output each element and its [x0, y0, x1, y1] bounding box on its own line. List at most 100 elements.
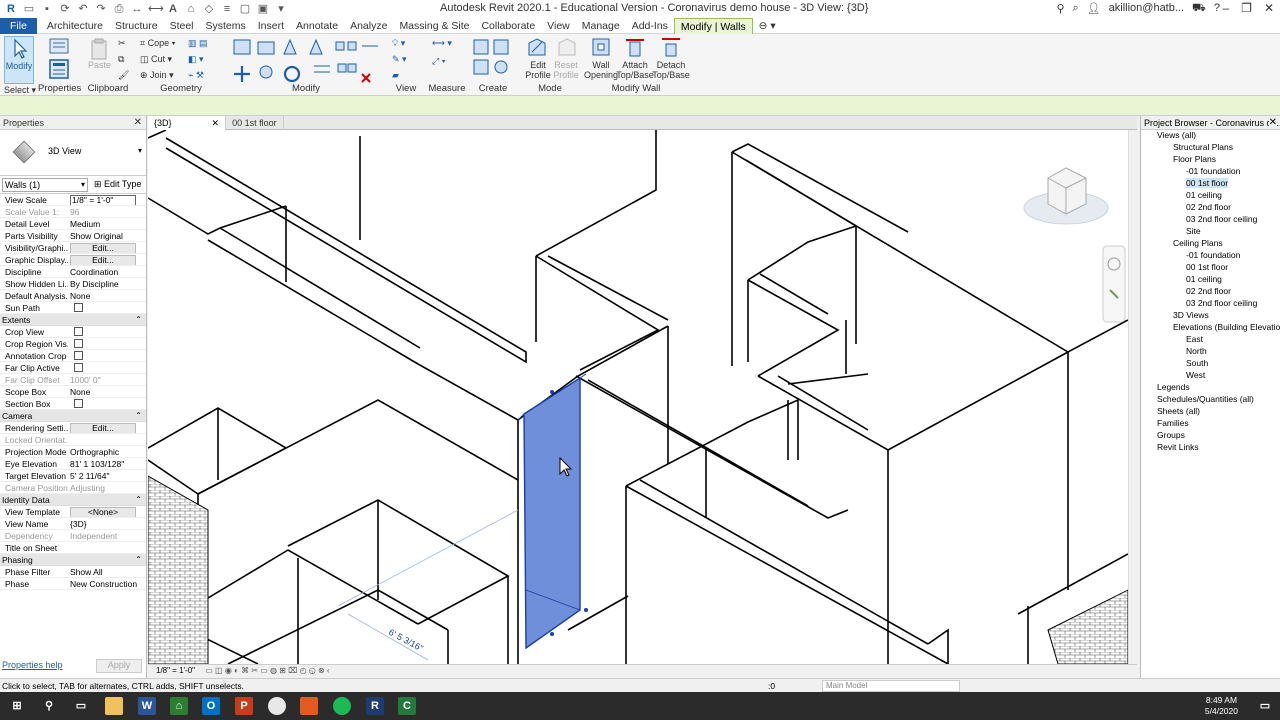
office-icon[interactable] — [300, 697, 318, 715]
browser-item[interactable]: Groups — [1157, 430, 1185, 440]
taskbar-clock[interactable]: 8:49 AM 5/4/2020 — [1205, 695, 1238, 717]
browser-item[interactable]: 3D Views — [1173, 310, 1209, 320]
browser-item[interactable]: 01 ceiling — [1186, 190, 1222, 200]
property-checkbox[interactable] — [74, 351, 83, 360]
open-icon[interactable]: ▭ — [22, 2, 36, 16]
3d-view-canvas[interactable]: 6' 5 3/16" — [148, 130, 1128, 664]
tab-insert[interactable]: Insert — [252, 18, 290, 34]
measure-between-icon[interactable]: ⟷ ▾ — [432, 38, 452, 48]
tab-3d-view[interactable]: {3D} ✕ — [148, 116, 227, 130]
browser-item[interactable]: West — [1186, 370, 1205, 380]
store-icon[interactable]: ⌂ — [170, 697, 188, 715]
hide-icon[interactable]: 💡︎ ▾ — [392, 38, 405, 48]
main-model-select[interactable]: Main Model — [822, 680, 960, 692]
browser-item[interactable]: Ceiling Plans — [1173, 238, 1223, 248]
properties-category[interactable]: Phasing — [0, 554, 146, 566]
property-value[interactable]: 96 — [68, 206, 146, 217]
print-icon[interactable]: ⎙ — [112, 2, 126, 16]
navigation-bar[interactable] — [1102, 245, 1126, 323]
tab-view[interactable]: View — [541, 18, 576, 34]
property-value[interactable] — [68, 398, 146, 409]
camtasia-icon[interactable]: C — [398, 697, 416, 715]
linework-icon[interactable]: ▰ — [392, 70, 399, 80]
user-icon[interactable]: 👤︎ — [1087, 2, 1101, 16]
tab-manage[interactable]: Manage — [576, 18, 626, 34]
binoculars-icon[interactable]: ⌕ — [1073, 2, 1079, 16]
property-value[interactable] — [68, 362, 146, 373]
close-hidden-icon[interactable]: ▢ — [238, 2, 252, 16]
user-name[interactable]: akillion@hatb... — [1109, 2, 1184, 16]
type-properties-icon[interactable] — [48, 38, 70, 54]
property-value[interactable] — [68, 542, 146, 553]
property-value[interactable]: Medium — [68, 218, 146, 229]
paste-icon[interactable] — [90, 38, 108, 60]
select-dropdown[interactable]: Select ▾ — [4, 85, 36, 95]
thin-lines-icon[interactable]: ≡ — [220, 2, 234, 16]
spotify-icon[interactable] — [333, 697, 351, 715]
property-value[interactable]: {3D} — [68, 518, 146, 529]
property-edit-button[interactable]: Edit... — [70, 255, 136, 265]
properties-category[interactable]: Camera — [0, 410, 146, 422]
close-icon[interactable]: ✕ — [1264, 1, 1274, 15]
edit-type-button[interactable]: ⊞ Edit Type — [94, 179, 141, 190]
browser-item[interactable]: 02 2nd floor — [1186, 286, 1231, 296]
tab-add-ins[interactable]: Add-Ins — [626, 18, 674, 34]
undo-icon[interactable]: ↶ — [76, 2, 90, 16]
property-value[interactable]: Edit... — [68, 422, 146, 433]
join-button[interactable]: ⊕ Join ▾ — [140, 70, 174, 80]
match-properties-icon[interactable]: 🖌︎ — [118, 70, 129, 80]
browser-item[interactable]: 00 1st floor — [1186, 178, 1229, 188]
property-edit-button[interactable]: Edit... — [70, 423, 136, 433]
ribbon-options-icon[interactable]: ⊖ ▾ — [753, 18, 782, 34]
viewcube-icon[interactable] — [1023, 167, 1109, 225]
property-checkbox[interactable] — [74, 363, 83, 372]
tab-1st-floor[interactable]: 00 1st floor — [226, 116, 284, 130]
powerpoint-icon[interactable]: P — [235, 697, 253, 715]
browser-item[interactable]: Schedules/Quantities (all) — [1157, 394, 1254, 404]
property-value[interactable]: Independent — [68, 530, 146, 541]
cut-icon[interactable]: ✂ — [118, 38, 126, 48]
close-icon[interactable]: ✕ — [134, 116, 142, 130]
property-value[interactable]: None — [68, 386, 146, 397]
modify-tools-icon[interactable] — [230, 36, 382, 84]
save-icon[interactable]: ▪ — [40, 2, 54, 16]
browser-item[interactable]: Site — [1186, 226, 1201, 236]
property-value[interactable]: 5' 2 11/64" — [68, 470, 146, 481]
notifications-icon[interactable]: ▭ — [1256, 697, 1274, 715]
property-value[interactable]: Edit... — [68, 254, 146, 265]
default-3d-icon[interactable]: ⌂ — [184, 2, 198, 16]
browser-item[interactable]: Elevations (Building Elevation) — [1173, 322, 1280, 332]
attach-top-base-button[interactable]: Attach Top/Base — [616, 60, 654, 80]
property-value[interactable] — [68, 302, 146, 313]
property-value[interactable] — [68, 434, 146, 445]
property-value[interactable]: Orthographic — [68, 446, 146, 457]
tab-architecture[interactable]: Architecture — [41, 18, 109, 34]
browser-item[interactable]: South — [1186, 358, 1208, 368]
outlook-icon[interactable]: O — [202, 697, 220, 715]
property-value[interactable]: Adjusting — [68, 482, 146, 493]
tab-collaborate[interactable]: Collaborate — [475, 18, 541, 34]
view-control-icons[interactable]: ▭ ◫ ◉ ◐ ⌘ ✂ ▭ ◍ ⊞ ⌧ ◴ ◵ ⊗ ‹ — [205, 666, 329, 675]
close-icon[interactable]: ✕ — [1268, 116, 1277, 129]
edit-profile-icon[interactable] — [526, 36, 548, 58]
tab-steel[interactable]: Steel — [164, 18, 200, 34]
restore-icon[interactable]: ❐ — [1241, 1, 1252, 15]
property-value[interactable]: New Construction — [68, 578, 146, 589]
property-value[interactable]: 1/8" = 1'-0" — [68, 194, 146, 205]
instance-filter-select[interactable]: Walls (1) — [2, 177, 88, 192]
property-value[interactable]: Edit... — [68, 242, 146, 253]
browser-item[interactable]: Sheets (all) — [1157, 406, 1200, 416]
property-value[interactable] — [68, 338, 146, 349]
search-icon[interactable]: ⚲ — [40, 697, 58, 715]
tab-analyze[interactable]: Analyze — [344, 18, 393, 34]
text-icon[interactable]: A — [166, 2, 180, 16]
property-value[interactable]: Show Original — [68, 230, 146, 241]
tab-structure[interactable]: Structure — [109, 18, 164, 34]
wall-opening-button[interactable]: Wall Opening — [584, 60, 618, 80]
copy-icon[interactable]: ⧉ — [118, 54, 124, 64]
property-checkbox[interactable] — [74, 327, 83, 336]
browser-item[interactable]: Families — [1157, 418, 1189, 428]
cart-icon[interactable]: ⛟ — [1192, 2, 1206, 16]
property-checkbox[interactable] — [74, 303, 83, 312]
property-value[interactable]: None — [68, 290, 146, 301]
